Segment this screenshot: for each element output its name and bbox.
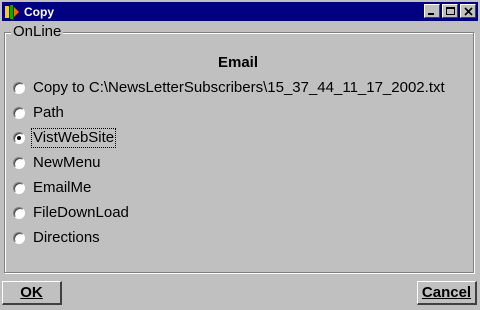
close-icon — [464, 7, 473, 16]
title-bar[interactable]: Copy — [2, 2, 478, 21]
radio-button[interactable] — [13, 182, 25, 194]
radio-button[interactable] — [13, 232, 25, 244]
radio-label: Directions — [33, 229, 100, 246]
online-groupbox: OnLine Email Copy to C:\NewsLetterSubscr… — [4, 23, 474, 273]
radio-option-copy-to[interactable]: Copy to C:\NewsLetterSubscribers\15_37_4… — [13, 78, 446, 98]
maximize-button[interactable] — [442, 4, 458, 18]
radio-option-vistwebsite[interactable]: VistWebSite — [13, 128, 117, 148]
radio-label: FileDownLoad — [33, 204, 129, 221]
app-icon — [4, 4, 20, 20]
minimize-button[interactable] — [424, 4, 440, 18]
radio-button[interactable] — [13, 157, 25, 169]
close-button[interactable] — [460, 4, 476, 18]
radio-label: VistWebSite — [30, 128, 117, 148]
radio-label: NewMenu — [33, 154, 101, 171]
window-title: Copy — [24, 4, 54, 19]
radio-button[interactable] — [13, 107, 25, 119]
ok-button[interactable]: OK — [2, 281, 62, 305]
group-legend: OnLine — [11, 23, 64, 41]
maximize-icon — [446, 7, 455, 15]
group-heading: Email — [217, 54, 259, 71]
copy-dialog: Copy OnLine Email Copy to C:\NewsLetterS… — [0, 0, 480, 310]
cancel-button[interactable]: Cancel — [417, 281, 477, 305]
radio-label: Copy to C:\NewsLetterSubscribers\15_37_4… — [33, 79, 445, 96]
radio-option-path[interactable]: Path — [13, 103, 65, 123]
radio-label: Path — [33, 104, 64, 121]
radio-option-filedownload[interactable]: FileDownLoad — [13, 203, 130, 223]
radio-button[interactable] — [13, 207, 25, 219]
radio-button-selected[interactable] — [13, 132, 25, 144]
radio-button[interactable] — [13, 82, 25, 94]
radio-option-newmenu[interactable]: NewMenu — [13, 153, 102, 173]
radio-label: EmailMe — [33, 179, 92, 196]
minimize-icon — [428, 13, 434, 15]
window-controls — [422, 4, 476, 18]
radio-option-emailme[interactable]: EmailMe — [13, 178, 92, 198]
radio-option-directions[interactable]: Directions — [13, 228, 101, 248]
